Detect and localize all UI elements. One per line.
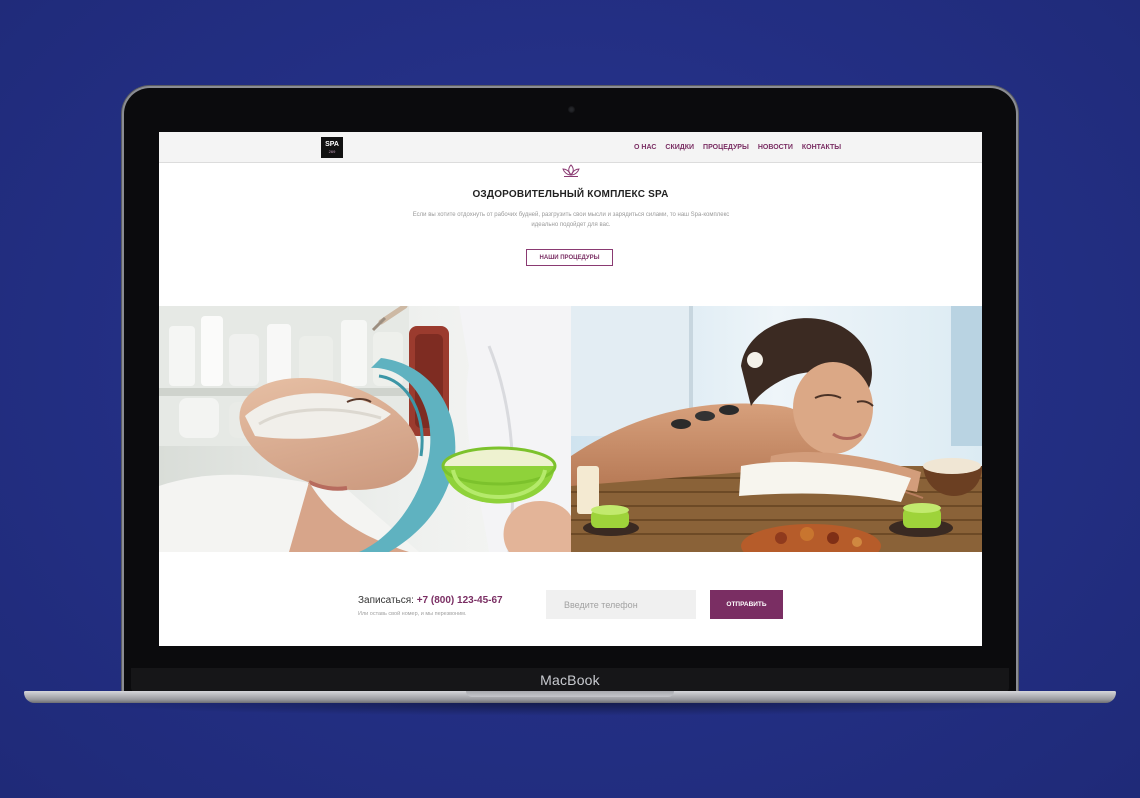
nav-link-procedures[interactable]: ПРОЦЕДУРЫ <box>703 143 749 152</box>
facial-mask-illustration <box>159 306 571 552</box>
lotus-icon <box>562 164 580 177</box>
site-logo[interactable]: SPA 269 <box>321 137 343 158</box>
booking-label: Записаться: +7 (800) 123-45-67 <box>358 595 503 606</box>
booking-subtext: Или оставь свой номер, и мы перезвоним. <box>358 611 467 617</box>
laptop-brand-label: MacBook <box>540 672 600 688</box>
webcam <box>568 106 575 113</box>
website-screen: SPA 269 О НАС СКИДКИ ПРОЦЕДУРЫ НОВОСТИ К… <box>159 132 982 646</box>
facial-mask-photo <box>159 306 571 552</box>
logo-text: SPA <box>325 141 339 148</box>
stone-massage-photo <box>571 306 982 552</box>
submit-button[interactable]: ОТПРАВИТЬ <box>710 590 783 619</box>
phone-input[interactable] <box>546 590 696 619</box>
nav-link-discounts[interactable]: СКИДКИ <box>665 143 694 152</box>
procedures-button[interactable]: НАШИ ПРОЦЕДУРЫ <box>526 249 613 266</box>
booking-label-text: Записаться: <box>358 595 414 606</box>
laptop-shadow <box>60 702 1080 716</box>
nav-link-contacts[interactable]: КОНТАКТЫ <box>802 143 841 152</box>
booking-phone-link[interactable]: +7 (800) 123-45-67 <box>417 595 503 606</box>
nav-link-about[interactable]: О НАС <box>634 143 656 152</box>
nav-link-news[interactable]: НОВОСТИ <box>758 143 793 152</box>
stone-massage-illustration <box>571 306 982 552</box>
top-navbar: SPA 269 О НАС СКИДКИ ПРОЦЕДУРЫ НОВОСТИ К… <box>159 132 982 163</box>
hero-title: ОЗДОРОВИТЕЛЬНЫЙ КОМПЛЕКС SPA <box>472 189 669 200</box>
logo-subtext: 269 <box>328 149 336 154</box>
main-menu: О НАС СКИДКИ ПРОЦЕДУРЫ НОВОСТИ КОНТАКТЫ <box>634 143 841 152</box>
laptop-notch <box>466 691 674 697</box>
hero-description: Если вы хотите отдохнуть от рабочих будн… <box>412 212 730 228</box>
